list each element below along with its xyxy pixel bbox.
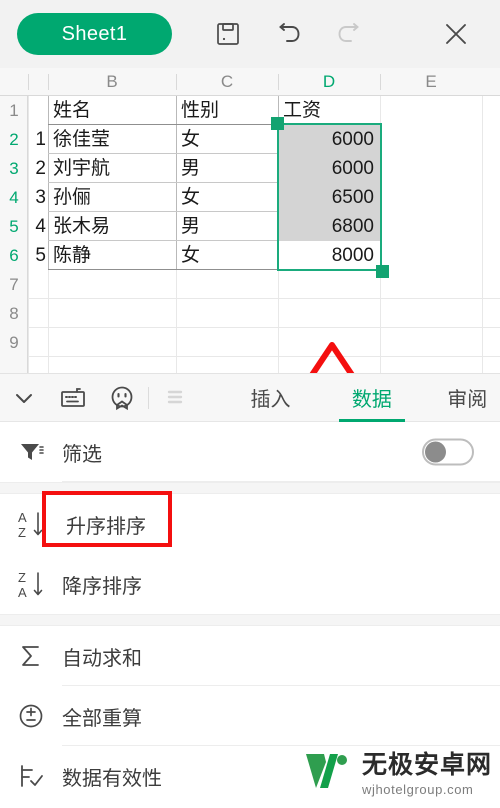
top-toolbar: Sheet1 [0, 0, 500, 68]
autosum-icon [0, 641, 62, 671]
row-header-3[interactable]: 3 [0, 154, 28, 183]
row-header-4[interactable]: 4 [0, 183, 28, 212]
tab-divider [148, 386, 150, 409]
watermark: 无极安卓网 wjhotelgroup.com [302, 740, 492, 802]
row-header-5[interactable]: 5 [0, 212, 28, 241]
cell-B1[interactable]: 姓名 [50, 96, 174, 125]
sheet-tab[interactable]: Sheet1 [17, 13, 172, 55]
row-header-1[interactable]: 1 [0, 96, 28, 125]
close-icon[interactable] [434, 12, 478, 56]
ribbon-panel: 插入 数据 审阅 筛选 A Z 升序排序 Z A 降序排序 自动求和 全部重算 … [0, 373, 500, 808]
chevron-down-icon[interactable] [0, 374, 49, 422]
redo-icon [326, 12, 370, 56]
column-header-bar: B C D E [0, 68, 500, 96]
menu-label-sort-descending: 降序排序 [62, 575, 142, 598]
save-icon[interactable] [206, 12, 250, 56]
filter-icon [0, 438, 62, 466]
cell-C5[interactable]: 男 [178, 212, 276, 241]
menu-group-gap-2 [0, 614, 500, 626]
column-header-c[interactable]: C [176, 68, 278, 96]
menu-label-data-validation: 数据有效性 [62, 767, 162, 790]
menu-label-filter: 筛选 [62, 443, 102, 466]
svg-text:A: A [18, 510, 27, 525]
sheet-tab-label: Sheet1 [61, 22, 128, 45]
cell-B5[interactable]: 张木易 [50, 212, 174, 241]
cell-C3[interactable]: 男 [178, 154, 276, 183]
selection-handle-top-left[interactable] [271, 117, 284, 130]
row-header-7[interactable]: 7 [0, 270, 28, 299]
cell-B3[interactable]: 刘宇航 [50, 154, 174, 183]
tab-review[interactable]: 审阅 [435, 374, 500, 422]
cell-C6[interactable]: 女 [178, 241, 276, 270]
filter-toggle[interactable] [422, 438, 474, 466]
column-header-e[interactable]: E [380, 68, 482, 96]
cell-A6[interactable]: 5 [28, 241, 46, 270]
menu-separator [62, 481, 500, 482]
menu-item-filter[interactable]: 筛选 [0, 422, 500, 482]
selection-rectangle[interactable] [277, 123, 382, 271]
cell-A3[interactable]: 2 [28, 154, 46, 183]
sort-descending-icon: Z A [0, 568, 62, 600]
menu-label-recalculate: 全部重算 [62, 707, 142, 730]
menu-item-autosum[interactable]: 自动求和 [0, 626, 500, 686]
undo-icon[interactable] [268, 12, 312, 56]
cell-D1[interactable]: 工资 [280, 96, 378, 125]
cell-C2[interactable]: 女 [178, 125, 276, 154]
keyboard-icon[interactable] [49, 374, 98, 422]
w-logo-icon [306, 754, 347, 788]
cell-B2[interactable]: 徐佳莹 [50, 125, 174, 154]
sticker-face-icon[interactable] [97, 374, 146, 422]
up-arrow-annotation [304, 340, 360, 373]
recalculate-icon [0, 701, 62, 731]
cell-B6[interactable]: 陈静 [50, 241, 174, 270]
cell-A4[interactable]: 3 [28, 183, 46, 212]
cell-A2[interactable]: 1 [28, 125, 46, 154]
tab-data[interactable]: 数据 [339, 374, 404, 422]
ribbon-tab-bar: 插入 数据 审阅 [0, 374, 500, 422]
data-validation-icon [0, 761, 62, 791]
column-header-d[interactable]: D [278, 68, 380, 96]
svg-text:A: A [18, 585, 27, 600]
list-icon-disabled [151, 374, 200, 422]
menu-label-sort-ascending: 升序排序 [66, 515, 146, 538]
row-header-6[interactable]: 6 [0, 241, 28, 270]
row-header-bar: 1 2 3 4 5 6 7 8 9 [0, 96, 28, 373]
sort-ascending-icon: A Z [0, 508, 62, 540]
row-header-2[interactable]: 2 [0, 125, 28, 154]
svg-text:Z: Z [18, 570, 26, 585]
cell-grid[interactable]: 姓名 性别 工资 1 徐佳莹 女 6000 2 刘宇航 男 6000 3 孙俪 … [28, 96, 500, 373]
svg-text:Z: Z [18, 525, 26, 540]
row-header-9[interactable]: 9 [0, 328, 28, 357]
menu-group-gap [0, 482, 500, 494]
row-header-8[interactable]: 8 [0, 299, 28, 328]
cell-B4[interactable]: 孙俪 [50, 183, 174, 212]
menu-item-sort-descending[interactable]: Z A 降序排序 [0, 554, 500, 614]
menu-item-sort-ascending[interactable]: A Z 升序排序 [0, 491, 500, 554]
filter-toggle-knob [425, 441, 446, 463]
watermark-url: wjhotelgroup.com [362, 782, 474, 797]
watermark-title: 无极安卓网 [362, 751, 493, 779]
cell-C4[interactable]: 女 [178, 183, 276, 212]
cell-A5[interactable]: 4 [28, 212, 46, 241]
selection-handle-bottom-right[interactable] [376, 265, 389, 278]
wps-spreadsheet-screen: Sheet1 B C D E 1 2 3 4 5 6 7 8 9 姓名 性别 工… [0, 0, 500, 808]
column-header-b[interactable]: B [48, 68, 176, 96]
cell-C1[interactable]: 性别 [178, 96, 276, 125]
spreadsheet-area[interactable]: B C D E 1 2 3 4 5 6 7 8 9 姓名 性别 工资 1 徐佳莹… [0, 68, 500, 373]
menu-label-autosum: 自动求和 [62, 647, 142, 670]
tab-insert[interactable]: 插入 [238, 374, 303, 422]
menu-item-recalculate[interactable]: 全部重算 [0, 686, 500, 746]
